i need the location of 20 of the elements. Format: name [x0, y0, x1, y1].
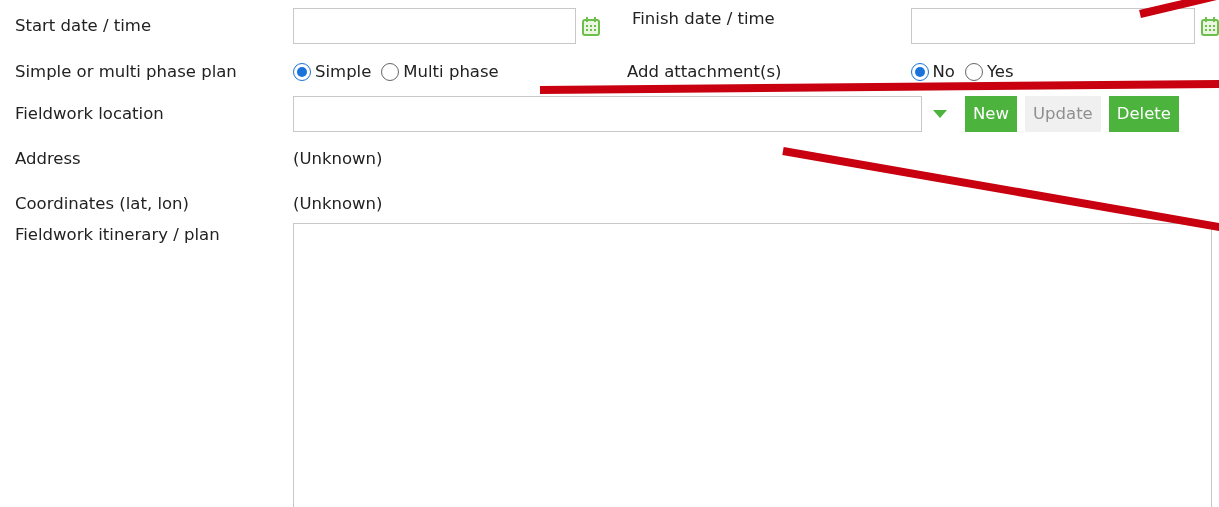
field-label: Fieldwork location [15, 102, 165, 125]
location-field[interactable] [293, 96, 922, 132]
calendar-icon[interactable] [1201, 16, 1219, 36]
field-label: Start date / time [15, 14, 153, 37]
field-value: (Unknown) [293, 192, 383, 215]
field-label: Simple or multi phase plan [15, 60, 238, 83]
field-label: Coordinates (lat, lon) [15, 192, 190, 215]
radio-option[interactable]: No [910, 62, 955, 82]
date-field[interactable] [911, 8, 1195, 44]
field-label: Fieldwork itinerary / plan [15, 224, 221, 246]
radio-option[interactable]: Simple [293, 62, 372, 82]
radio-option[interactable]: Yes [964, 62, 1014, 82]
date-field[interactable] [293, 8, 576, 44]
calendar-icon[interactable] [582, 16, 600, 36]
dropdown-caret-icon[interactable] [933, 109, 947, 119]
radio-option[interactable]: Multi phase [381, 62, 499, 82]
field-value: (Unknown) [293, 147, 383, 170]
field-label: Finish date / time [632, 10, 776, 29]
field-label: Add attachment(s) [627, 60, 782, 83]
field-label: Address [15, 147, 82, 170]
